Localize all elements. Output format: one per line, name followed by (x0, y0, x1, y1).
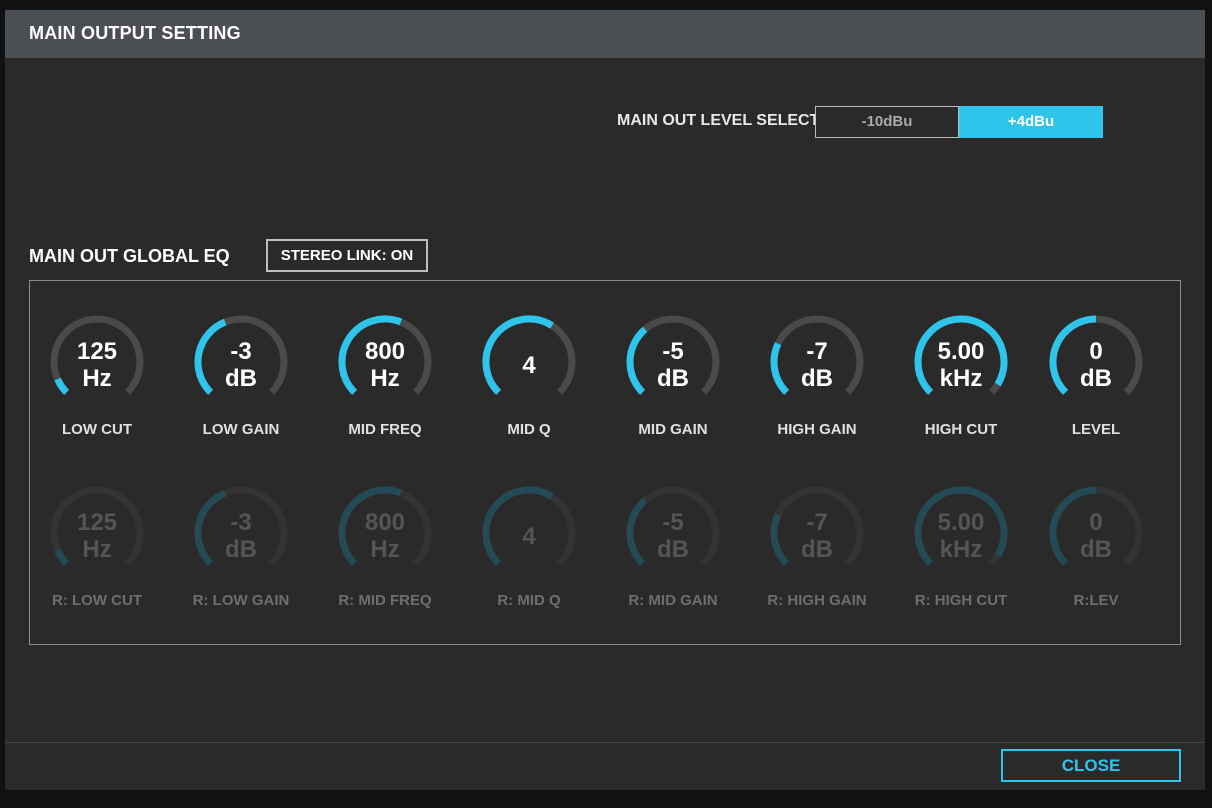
footer-divider (5, 742, 1205, 743)
knob-label: R: HIGH GAIN (762, 592, 872, 609)
knob-value: 800Hz (330, 338, 440, 392)
knob-value-number: -3 (186, 338, 296, 365)
knob-value: -5dB (618, 509, 728, 563)
knob-value-number: 5.00 (906, 509, 1016, 536)
knob-label: MID GAIN (618, 421, 728, 438)
knob-value-number: -3 (186, 509, 296, 536)
knob-value-unit: dB (186, 536, 296, 563)
r-eq-knob-r-lev: 0dB R:LEV (1041, 485, 1151, 615)
knob-value: -7dB (762, 509, 872, 563)
knob-value: 5.00kHz (906, 338, 1016, 392)
knob-label: MID Q (474, 421, 584, 438)
knob-value-number: 800 (330, 338, 440, 365)
eq-knob-high-gain[interactable]: -7dB HIGH GAIN (762, 314, 872, 444)
eq-knob-low-gain[interactable]: -3dB LOW GAIN (186, 314, 296, 444)
knob-value-number: -5 (618, 338, 728, 365)
eq-section-title: MAIN OUT GLOBAL EQ (29, 246, 230, 267)
eq-knob-level[interactable]: 0dB LEVEL (1041, 314, 1151, 444)
knob-value-number: 800 (330, 509, 440, 536)
knob-value-unit: dB (618, 536, 728, 563)
knob-value-unit: kHz (906, 536, 1016, 563)
dialog-title: MAIN OUTPUT SETTING (29, 23, 241, 44)
r-eq-knob-r-high-gain: -7dB R: HIGH GAIN (762, 485, 872, 615)
knob-value: 800Hz (330, 509, 440, 563)
knob-label: R: HIGH CUT (906, 592, 1016, 609)
knob-value-number: -7 (762, 509, 872, 536)
knob-value: -3dB (186, 509, 296, 563)
eq-knob-mid-q[interactable]: 4 MID Q (474, 314, 584, 444)
knob-value-number: 0 (1041, 509, 1151, 536)
level-option-minus10dbu[interactable]: -10dBu (815, 106, 959, 138)
stereo-link-button[interactable]: STEREO LINK: ON (266, 239, 428, 272)
knob-value-unit: kHz (906, 365, 1016, 392)
eq-knob-high-cut[interactable]: 5.00kHz HIGH CUT (906, 314, 1016, 444)
knob-value-number: -5 (618, 509, 728, 536)
eq-knob-low-cut[interactable]: 125Hz LOW CUT (42, 314, 152, 444)
r-eq-knob-r-mid-freq: 800Hz R: MID FREQ (330, 485, 440, 615)
knob-value: -3dB (186, 338, 296, 392)
knob-value-unit: dB (618, 365, 728, 392)
knob-value-number: 125 (42, 338, 152, 365)
knob-value: 125Hz (42, 509, 152, 563)
knob-value: 4 (474, 352, 584, 379)
knob-label: R: MID GAIN (618, 592, 728, 609)
level-option-plus4dbu[interactable]: +4dBu (959, 106, 1103, 138)
knob-value-unit: Hz (42, 536, 152, 563)
knob-value: 0dB (1041, 338, 1151, 392)
knob-label: LOW CUT (42, 421, 152, 438)
knob-label: R: MID FREQ (330, 592, 440, 609)
knob-label: LOW GAIN (186, 421, 296, 438)
r-eq-knob-r-low-gain: -3dB R: LOW GAIN (186, 485, 296, 615)
knob-value: -7dB (762, 338, 872, 392)
knob-value-number: 5.00 (906, 338, 1016, 365)
eq-panel: 125HzLOW CUT-3dBLOW GAIN800HzMID FREQ4MI… (29, 280, 1181, 645)
knob-value-unit: dB (762, 365, 872, 392)
eq-knob-mid-gain[interactable]: -5dB MID GAIN (618, 314, 728, 444)
knob-label: MID FREQ (330, 421, 440, 438)
eq-knob-mid-freq[interactable]: 800Hz MID FREQ (330, 314, 440, 444)
knob-label: HIGH GAIN (762, 421, 872, 438)
main-output-setting-dialog: MAIN OUTPUT SETTING MAIN OUT LEVEL SELEC… (5, 10, 1205, 790)
knob-label: R: MID Q (474, 592, 584, 609)
knob-value: 0dB (1041, 509, 1151, 563)
r-eq-knob-r-low-cut: 125Hz R: LOW CUT (42, 485, 152, 615)
knob-value-number: -7 (762, 338, 872, 365)
dialog-titlebar: MAIN OUTPUT SETTING (5, 10, 1205, 58)
knob-label: R:LEV (1041, 592, 1151, 609)
knob-value-unit: dB (1041, 365, 1151, 392)
knob-label: R: LOW CUT (42, 592, 152, 609)
knob-value-unit: dB (1041, 536, 1151, 563)
knob-value: 125Hz (42, 338, 152, 392)
knob-value-unit: Hz (42, 365, 152, 392)
knob-value-number: 125 (42, 509, 152, 536)
level-select-label: MAIN OUT LEVEL SELECT (617, 112, 819, 130)
knob-value-number: 4 (474, 352, 584, 379)
r-eq-knob-r-high-cut: 5.00kHz R: HIGH CUT (906, 485, 1016, 615)
knob-label: R: LOW GAIN (186, 592, 296, 609)
r-eq-knob-r-mid-q: 4 R: MID Q (474, 485, 584, 615)
r-eq-knob-r-mid-gain: -5dB R: MID GAIN (618, 485, 728, 615)
knob-value-unit: dB (186, 365, 296, 392)
knob-value-number: 4 (474, 523, 584, 550)
close-button[interactable]: CLOSE (1001, 749, 1181, 782)
knob-value-unit: Hz (330, 536, 440, 563)
knob-value: 5.00kHz (906, 509, 1016, 563)
knob-value: 4 (474, 523, 584, 550)
knob-value-unit: Hz (330, 365, 440, 392)
knob-value-number: 0 (1041, 338, 1151, 365)
knob-value: -5dB (618, 338, 728, 392)
knob-value-unit: dB (762, 536, 872, 563)
knob-label: HIGH CUT (906, 421, 1016, 438)
knob-label: LEVEL (1041, 421, 1151, 438)
